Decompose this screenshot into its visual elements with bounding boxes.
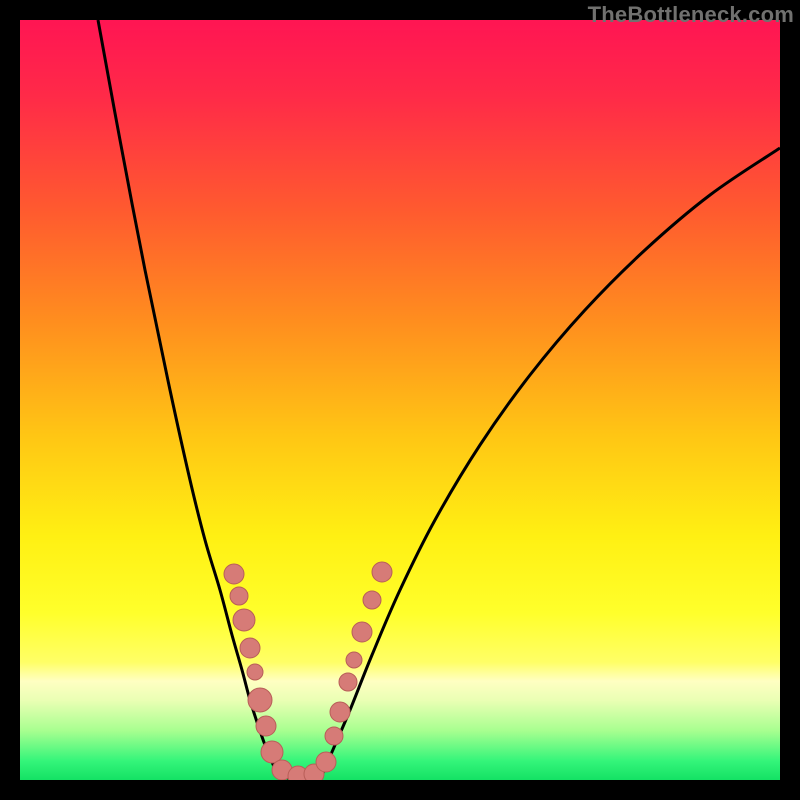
highlight-dot	[230, 587, 248, 605]
highlight-dot	[330, 702, 350, 722]
highlight-dot	[247, 664, 263, 680]
chart-plot	[20, 20, 780, 780]
highlight-dot	[224, 564, 244, 584]
highlight-dot	[352, 622, 372, 642]
highlight-dot	[233, 609, 255, 631]
highlight-dot	[346, 652, 362, 668]
highlight-dot	[372, 562, 392, 582]
highlight-dot	[261, 741, 283, 763]
chart-svg	[20, 20, 780, 780]
chart-background	[20, 20, 780, 780]
highlight-dot	[248, 688, 272, 712]
highlight-dot	[339, 673, 357, 691]
highlight-dot	[316, 752, 336, 772]
highlight-dot	[325, 727, 343, 745]
highlight-dot	[240, 638, 260, 658]
watermark-text: TheBottleneck.com	[588, 2, 794, 28]
highlight-dot	[363, 591, 381, 609]
highlight-dot	[256, 716, 276, 736]
